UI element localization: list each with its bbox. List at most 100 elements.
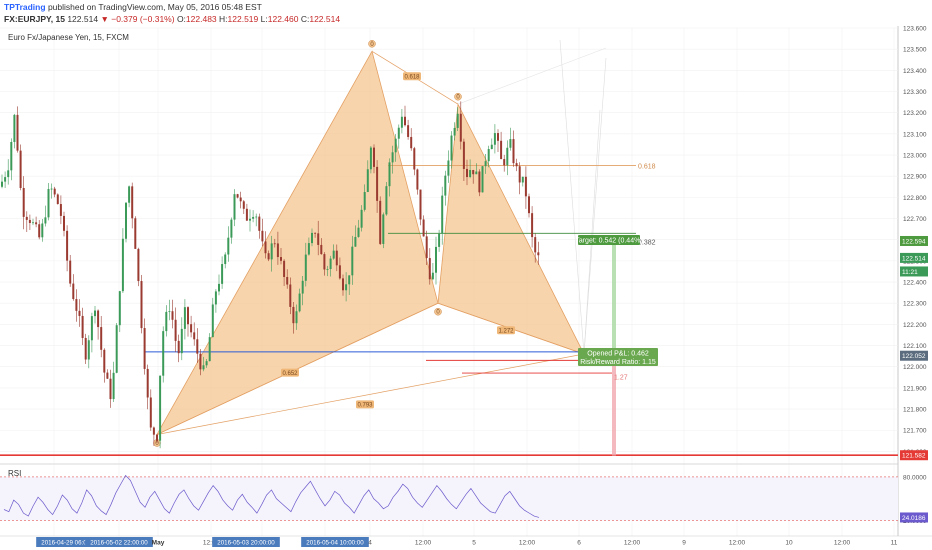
candle-body bbox=[469, 170, 472, 178]
candle-body bbox=[425, 236, 428, 259]
candle-body bbox=[214, 291, 217, 305]
time-tick-label: 5 bbox=[472, 540, 476, 547]
candle-body bbox=[382, 214, 385, 244]
candle-body bbox=[506, 147, 509, 166]
time-tick-label: 12:00 bbox=[624, 540, 641, 547]
candle-body bbox=[165, 311, 168, 332]
candle-body bbox=[332, 250, 335, 259]
candle-body bbox=[484, 161, 487, 167]
candle-body bbox=[407, 125, 410, 137]
time-tick-label: 12:00 bbox=[729, 540, 746, 547]
price-tick-label: 123.600 bbox=[903, 26, 927, 33]
candle-body bbox=[100, 327, 103, 350]
candle-body bbox=[121, 238, 124, 292]
candle-body bbox=[537, 252, 540, 256]
candle-body bbox=[137, 248, 140, 282]
price-axis-badge-label: 122.052 bbox=[902, 353, 926, 360]
candle-body bbox=[22, 188, 25, 217]
candle-body bbox=[196, 339, 199, 354]
candle-body bbox=[245, 208, 248, 221]
chart-canvas[interactable]: 00000.6180.6520.7931.272 0.6180.382 Targ… bbox=[0, 0, 932, 550]
candle-body bbox=[227, 237, 230, 255]
candle-body bbox=[357, 227, 360, 237]
time-axis[interactable]: 2016-04-29 06:00:002016-05-02 22:00:00 Ma… bbox=[0, 535, 932, 547]
chart-title: Euro Fx/Japanese Yen, 15, FXCM bbox=[8, 33, 129, 42]
time-tick-label: 12:00 bbox=[834, 540, 851, 547]
target-label: Target: 0.542 (0.44%) bbox=[575, 237, 642, 244]
price-tick-label: 122.100 bbox=[903, 343, 927, 350]
candle-body bbox=[131, 186, 134, 219]
candle-body bbox=[314, 232, 317, 234]
candle-body bbox=[493, 133, 496, 145]
candle-body bbox=[25, 216, 28, 220]
candle-body bbox=[301, 280, 304, 294]
candle-body bbox=[329, 258, 332, 270]
ratio-label: 0.652 bbox=[282, 371, 298, 377]
candle-body bbox=[35, 222, 38, 225]
risk-reward-label: Risk/Reward Ratio: 1.15 bbox=[580, 359, 656, 366]
price-tick-label: 122.200 bbox=[903, 322, 927, 329]
candle-body bbox=[97, 310, 100, 328]
pattern-triangle-xab bbox=[156, 50, 439, 436]
candle-body bbox=[472, 170, 475, 175]
time-tick-label: 2016-05-04 10:00:00 bbox=[306, 540, 364, 547]
candle-body bbox=[413, 148, 416, 170]
candle-body bbox=[270, 243, 273, 260]
candle-body bbox=[59, 204, 62, 216]
candle-body bbox=[276, 243, 279, 258]
candle-body bbox=[441, 195, 444, 234]
candle-body bbox=[335, 250, 338, 266]
level-0618-label: 0.618 bbox=[638, 164, 656, 171]
candle-body bbox=[156, 434, 158, 441]
candle-body bbox=[400, 116, 403, 128]
candle-body bbox=[264, 241, 267, 254]
candle-body bbox=[431, 272, 434, 280]
candle-body bbox=[115, 325, 118, 373]
candle-body bbox=[500, 140, 503, 160]
candle-body bbox=[267, 253, 270, 260]
candle-body bbox=[94, 310, 96, 317]
candle-body bbox=[338, 265, 341, 279]
time-tick-label: 10 bbox=[785, 540, 793, 547]
candle-body bbox=[103, 349, 106, 373]
candle-body bbox=[152, 427, 155, 435]
candle-body bbox=[394, 138, 397, 153]
candle-body bbox=[252, 216, 255, 219]
candle-body bbox=[503, 159, 506, 166]
candle-body bbox=[348, 275, 351, 285]
time-tick-label: 6 bbox=[577, 540, 581, 547]
candle-body bbox=[41, 223, 44, 238]
price-axis-badge-label: 122.514 bbox=[902, 255, 926, 262]
price-tick-label: 122.900 bbox=[903, 174, 927, 181]
candle-body bbox=[366, 169, 369, 192]
candle-body bbox=[422, 219, 425, 237]
candle-body bbox=[311, 232, 313, 244]
candle-body bbox=[481, 166, 484, 193]
candle-body bbox=[435, 246, 437, 273]
candle-body bbox=[118, 291, 121, 326]
candle-body bbox=[81, 315, 84, 338]
candle-body bbox=[187, 307, 189, 325]
candle-body bbox=[410, 136, 413, 149]
candle-body bbox=[190, 324, 193, 333]
candle-body bbox=[177, 340, 180, 354]
candle-body bbox=[261, 230, 264, 242]
candle-body bbox=[354, 236, 357, 247]
candle-body bbox=[159, 375, 162, 441]
time-tick-label: May bbox=[152, 540, 165, 547]
candle-body bbox=[438, 233, 441, 247]
candle-body bbox=[75, 299, 78, 311]
price-axis[interactable]: 123.600 123.500 123.400 123.300 123.200 123.1… bbox=[900, 26, 928, 461]
candle-body bbox=[416, 169, 419, 190]
candle-body bbox=[475, 171, 478, 175]
stop-ratio-label: 1.27 bbox=[614, 374, 628, 381]
price-tick-label: 123.500 bbox=[903, 47, 927, 54]
candle-body bbox=[56, 194, 59, 205]
candle-body bbox=[143, 328, 146, 369]
price-tick-label: 123.000 bbox=[903, 153, 927, 160]
candle-body bbox=[487, 149, 490, 162]
candle-body bbox=[218, 283, 220, 292]
candle-body bbox=[456, 113, 459, 128]
candle-body bbox=[444, 175, 447, 196]
candle-body bbox=[531, 213, 534, 238]
